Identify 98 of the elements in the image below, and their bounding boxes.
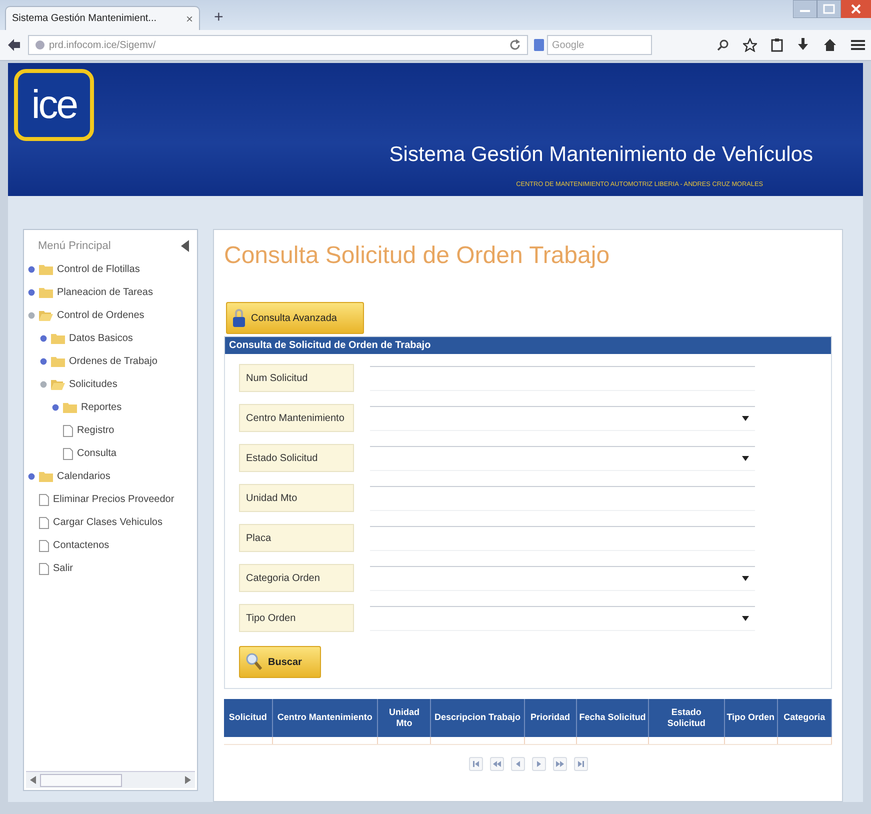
folder-icon	[39, 310, 53, 321]
first-page-icon	[472, 760, 480, 768]
expander-icon[interactable]	[40, 358, 47, 365]
app-title: Sistema Gestión Mantenimiento de Vehículos	[389, 143, 814, 167]
collapse-icon[interactable]	[181, 240, 189, 252]
menu-item[interactable]: Salir	[53, 563, 74, 574]
next-page-button[interactable]	[532, 757, 546, 771]
advanced-search-button[interactable]: Consulta Avanzada	[226, 302, 364, 334]
scroll-right-icon[interactable]	[185, 776, 191, 784]
field-label: Tipo Orden	[239, 604, 354, 632]
search-icon[interactable]	[717, 39, 729, 51]
page-heading: Consulta Solicitud de Orden Trabajo	[224, 242, 611, 270]
browser-tab[interactable]: Sistema Gestión Mantenimient... ×	[5, 6, 200, 30]
first-page-button[interactable]	[468, 757, 482, 771]
field-label: Estado Solicitud	[239, 444, 354, 472]
menu-item[interactable]: Ordenes de Trabajo	[69, 356, 158, 367]
expander-icon[interactable]	[40, 381, 47, 388]
field-label: Placa	[239, 524, 354, 552]
previous-group-button[interactable]	[490, 757, 504, 771]
column-header[interactable]: Estado Solicitud	[648, 699, 724, 737]
column-header[interactable]: Fecha Solicitud	[576, 699, 649, 737]
column-header[interactable]: Tipo Orden	[724, 699, 778, 737]
dropdown-arrow-icon	[742, 456, 749, 460]
field-label: Centro Mantenimiento	[239, 404, 354, 432]
document-icon	[39, 494, 49, 506]
back-icon[interactable]	[6, 37, 22, 53]
document-icon	[63, 424, 73, 436]
document-icon	[63, 448, 73, 460]
column-header[interactable]: Descripcion Trabajo	[430, 699, 524, 737]
folder-icon	[51, 333, 65, 344]
home-icon[interactable]	[823, 38, 837, 52]
column-header[interactable]: Prioridad	[524, 699, 576, 737]
expander-icon[interactable]	[28, 266, 35, 273]
dropdown-arrow-icon	[742, 576, 749, 580]
column-header[interactable]: Solicitud	[224, 699, 272, 737]
menu-item[interactable]: Registro	[77, 425, 114, 436]
reload-icon[interactable]	[509, 39, 521, 51]
form-title: Consulta de Solicitud de Orden de Trabajo	[225, 337, 831, 354]
column-header[interactable]: Categoria	[777, 699, 832, 737]
folder-icon	[39, 264, 53, 275]
close-icon[interactable]	[841, 0, 871, 18]
next-page-icon	[534, 760, 542, 768]
field-label: Unidad Mto	[239, 484, 354, 512]
scroll-thumb[interactable]	[40, 774, 122, 786]
folder-icon	[51, 379, 65, 390]
clipboard-icon[interactable]	[771, 38, 783, 52]
previous-page-icon	[514, 760, 522, 768]
expander-icon[interactable]	[28, 312, 35, 319]
column-header[interactable]: Unidad Mto	[378, 699, 431, 737]
expander-icon[interactable]	[28, 289, 35, 296]
column-header[interactable]: Centro Mantenimiento	[272, 699, 378, 737]
menu-item[interactable]: Eliminar Precios Proveedor	[53, 494, 174, 505]
search-field[interactable]: Google	[547, 35, 652, 55]
previous-page-button[interactable]	[510, 757, 524, 771]
new-tab-button[interactable]: +	[210, 9, 228, 27]
menu-item[interactable]: Consulta	[77, 448, 116, 459]
field-label: Num Solicitud	[239, 364, 354, 392]
folder-icon	[39, 471, 53, 482]
maximize-icon[interactable]	[817, 0, 841, 18]
dropdown-arrow-icon	[742, 416, 749, 420]
scrollbar[interactable]	[26, 771, 195, 788]
expander-icon[interactable]	[52, 404, 59, 411]
search-button[interactable]: Buscar	[239, 646, 321, 678]
last-page-icon	[576, 760, 584, 768]
expander-icon[interactable]	[28, 473, 35, 480]
menu-item[interactable]: Cargar Clases Vehiculos	[53, 517, 162, 528]
last-page-button[interactable]	[574, 757, 588, 771]
menu-item[interactable]: Reportes	[81, 402, 122, 413]
folder-icon	[51, 356, 65, 367]
menu-item[interactable]: Solicitudes	[69, 379, 118, 390]
menu-item[interactable]: Calendarios	[57, 471, 110, 482]
document-icon	[39, 540, 49, 552]
dropdown-arrow-icon	[742, 616, 749, 620]
minimize-icon[interactable]	[793, 0, 817, 18]
document-icon	[39, 516, 49, 528]
menu-item[interactable]: Datos Basicos	[69, 333, 133, 344]
search-engine-icon	[534, 39, 544, 51]
logo: ice	[14, 69, 94, 141]
address-bar[interactable]: prd.infocom.ice/Sigemv/	[28, 35, 528, 55]
menu-item[interactable]: Control de Ordenes	[57, 310, 144, 321]
next-group-icon	[556, 760, 564, 768]
field-label: Categoria Orden	[239, 564, 354, 592]
sidebar-title: Menú Principal	[38, 240, 111, 252]
scroll-left-icon[interactable]	[30, 776, 36, 784]
menu-item[interactable]: Control de Flotillas	[57, 264, 140, 275]
padlock-icon	[233, 308, 245, 328]
menu-icon[interactable]	[851, 39, 865, 51]
star-icon[interactable]	[743, 38, 757, 52]
download-icon[interactable]	[797, 38, 809, 52]
folder-icon	[39, 287, 53, 298]
menu-item[interactable]: Planeacion de Tareas	[57, 287, 153, 298]
magnifier-icon	[246, 653, 262, 671]
document-icon	[39, 562, 49, 574]
expander-icon[interactable]	[40, 335, 47, 342]
previous-group-icon	[492, 760, 500, 768]
next-group-button[interactable]	[552, 757, 566, 771]
menu-item[interactable]: Contactenos	[53, 540, 110, 551]
folder-icon	[63, 402, 77, 413]
